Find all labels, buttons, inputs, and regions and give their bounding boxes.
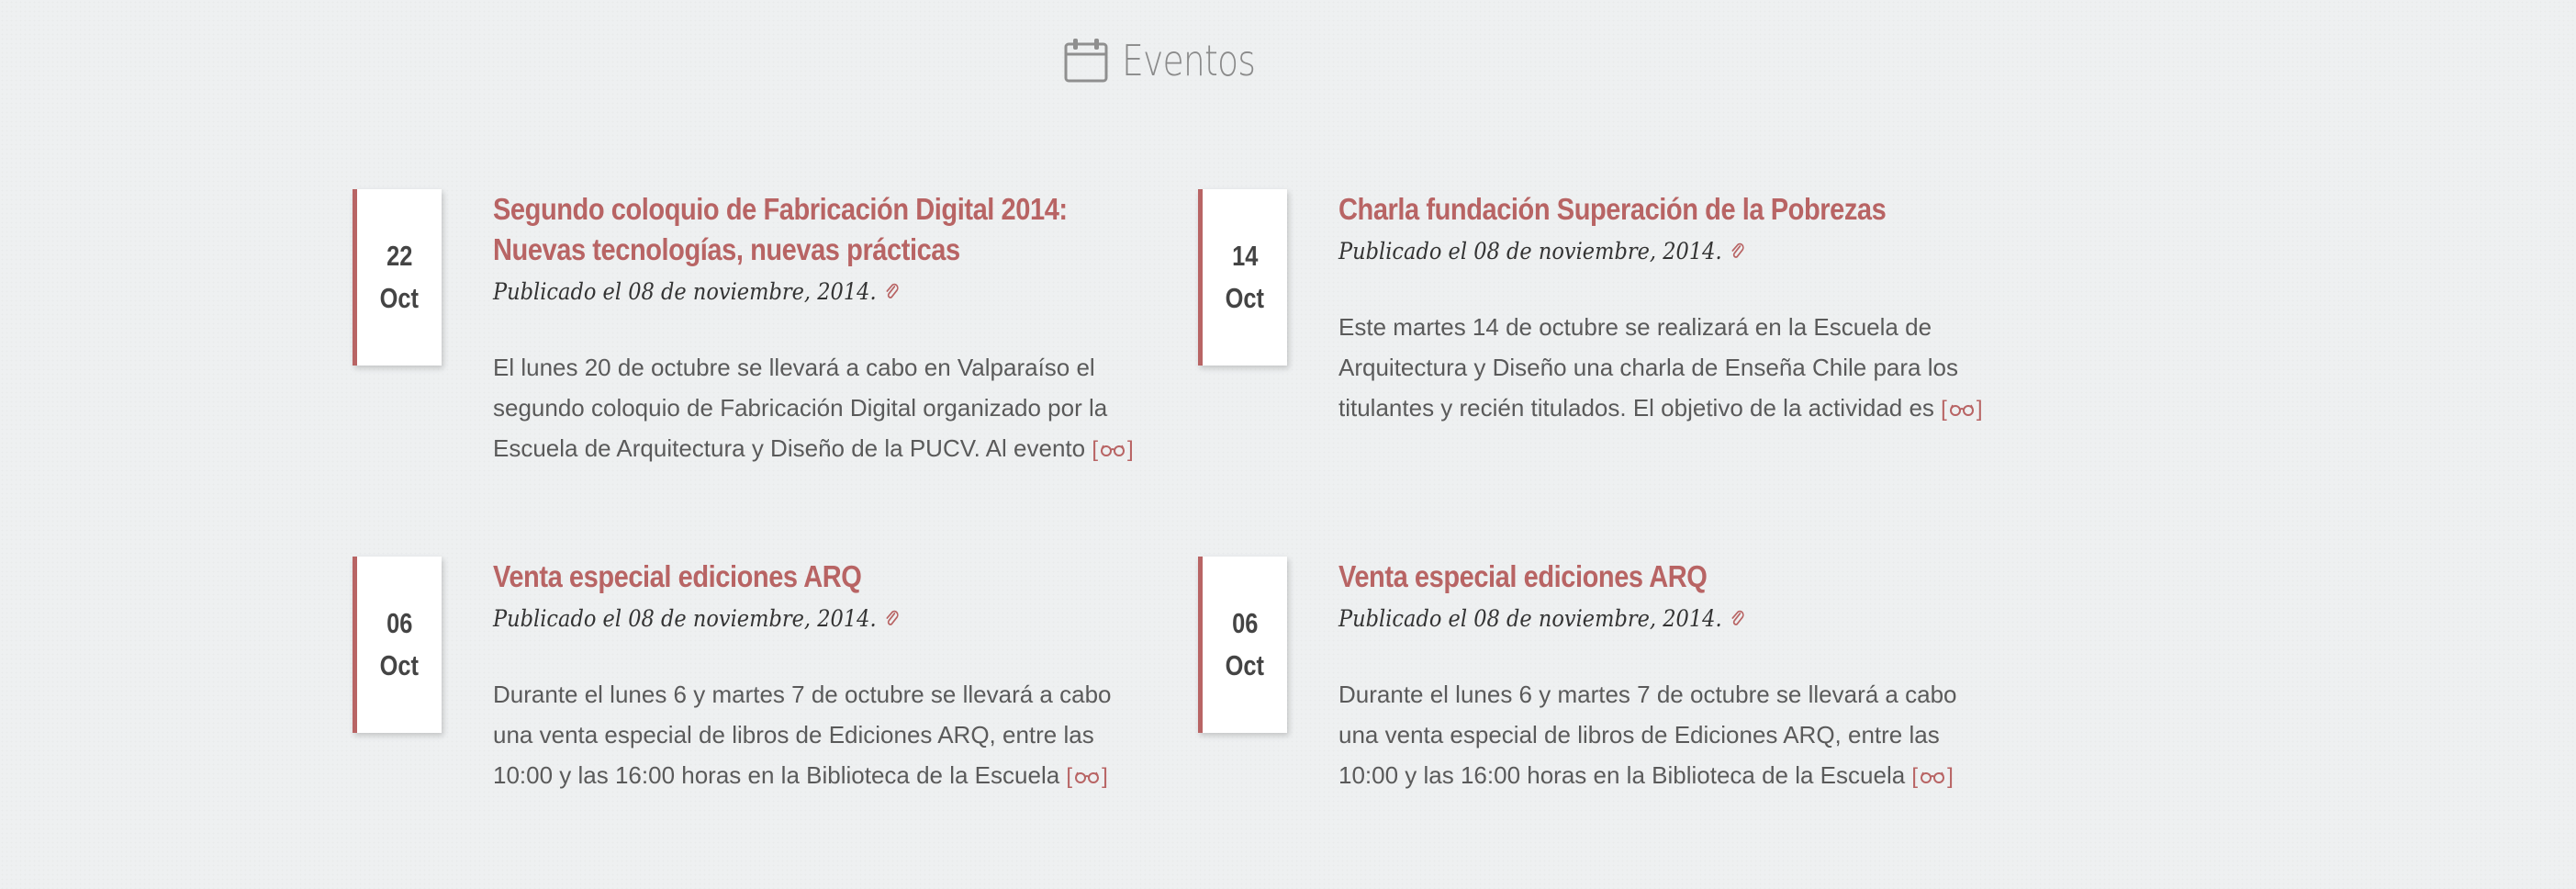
glasses-icon bbox=[1101, 444, 1125, 456]
event-title-link[interactable]: Venta especial ediciones ARQ bbox=[1338, 557, 1985, 597]
event-date: 06 Oct bbox=[1198, 557, 1287, 733]
event-excerpt-text: Durante el lunes 6 y martes 7 de octubre… bbox=[1338, 681, 1957, 789]
event-excerpt-text: El lunes 20 de octubre se llevará a cabo… bbox=[493, 354, 1108, 462]
event-excerpt-text: Este martes 14 de octubre se realizará e… bbox=[1338, 313, 1958, 422]
event-body: Segundo coloquio de Fabricación Digital … bbox=[493, 189, 1154, 470]
event-excerpt: Este martes 14 de octubre se realizará e… bbox=[1338, 307, 1999, 430]
read-more-link[interactable]: [ ] bbox=[1066, 757, 1107, 797]
event-title-link[interactable]: Segundo coloquio de Fabricación Digital … bbox=[493, 189, 1139, 270]
calendar-icon bbox=[1064, 39, 1108, 83]
event-date: 22 Oct bbox=[353, 189, 442, 366]
event-body: Charla fundación Superación de la Pobrez… bbox=[1338, 189, 1999, 430]
glasses-icon bbox=[1921, 771, 1945, 783]
section-header: Eventos bbox=[0, 37, 2346, 84]
glasses-icon bbox=[1949, 404, 1974, 416]
event-day: 06 bbox=[1231, 607, 1259, 639]
event-month: Oct bbox=[1225, 649, 1265, 681]
event-day: 06 bbox=[386, 607, 413, 639]
event-month: Oct bbox=[379, 282, 420, 314]
event-meta: Publicado el 08 de noviembre, 2014. bbox=[493, 602, 1088, 636]
read-more-link[interactable]: [ ] bbox=[1941, 389, 1982, 430]
read-more-close: ] bbox=[1976, 397, 1983, 422]
read-more-close: ] bbox=[1947, 764, 1954, 789]
event-title-link[interactable]: Venta especial ediciones ARQ bbox=[493, 557, 1139, 597]
section-title: Eventos bbox=[1121, 36, 1256, 85]
glasses-icon bbox=[1075, 771, 1100, 783]
event-day: 22 bbox=[386, 240, 413, 272]
paperclip-icon bbox=[886, 283, 899, 298]
event-month: Oct bbox=[1225, 282, 1265, 314]
paperclip-icon bbox=[886, 610, 899, 625]
event-excerpt: El lunes 20 de octubre se llevará a cabo… bbox=[493, 347, 1154, 470]
event-excerpt-text: Durante el lunes 6 y martes 7 de octubre… bbox=[493, 681, 1112, 789]
event-body: Venta especial ediciones ARQ Publicado e… bbox=[493, 557, 1154, 797]
event-meta: Publicado el 08 de noviembre, 2014. bbox=[493, 276, 1088, 309]
event-day: 14 bbox=[1231, 240, 1259, 272]
read-more-close: ] bbox=[1102, 764, 1108, 789]
event-published: Publicado el 08 de noviembre, 2014. bbox=[493, 605, 877, 632]
read-more-open: [ bbox=[1066, 764, 1073, 789]
event-published: Publicado el 08 de noviembre, 2014. bbox=[493, 278, 877, 305]
event-date: 14 Oct bbox=[1198, 189, 1287, 366]
event-month: Oct bbox=[379, 649, 420, 681]
read-more-open: [ bbox=[1092, 437, 1098, 462]
paperclip-icon bbox=[1731, 610, 1744, 625]
read-more-open: [ bbox=[1911, 764, 1919, 789]
event-body: Venta especial ediciones ARQ Publicado e… bbox=[1338, 557, 1999, 797]
read-more-open: [ bbox=[1941, 397, 1947, 422]
read-more-link[interactable]: [ ] bbox=[1911, 757, 1953, 797]
paperclip-icon bbox=[1731, 242, 1744, 258]
event-published: Publicado el 08 de noviembre, 2014. bbox=[1338, 605, 1722, 632]
event-meta: Publicado el 08 de noviembre, 2014. bbox=[1338, 235, 1933, 268]
event-published: Publicado el 08 de noviembre, 2014. bbox=[1338, 238, 1722, 264]
read-more-link[interactable]: [ ] bbox=[1092, 430, 1133, 470]
event-excerpt: Durante el lunes 6 y martes 7 de octubre… bbox=[493, 674, 1154, 797]
event-meta: Publicado el 08 de noviembre, 2014. bbox=[1338, 602, 1933, 636]
event-title-link[interactable]: Charla fundación Superación de la Pobrez… bbox=[1338, 189, 1985, 230]
read-more-close: ] bbox=[1127, 437, 1134, 462]
event-excerpt: Durante el lunes 6 y martes 7 de octubre… bbox=[1338, 674, 1999, 797]
event-date: 06 Oct bbox=[353, 557, 442, 733]
